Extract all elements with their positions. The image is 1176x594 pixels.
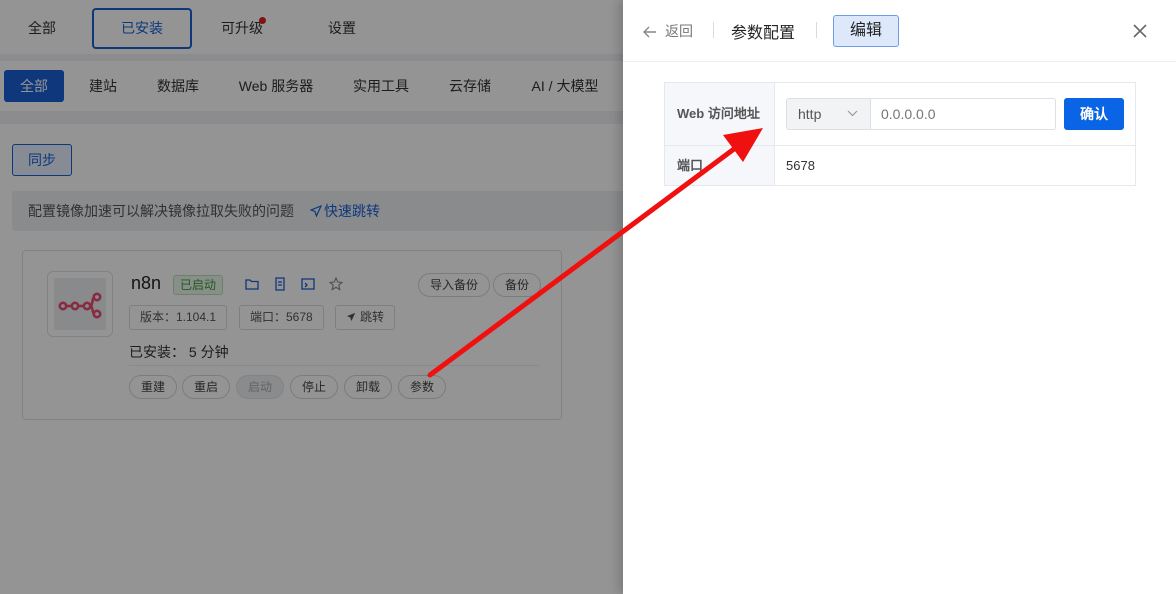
back-button[interactable]: 返回: [643, 20, 693, 42]
arrow-left-icon: [643, 26, 656, 38]
protocol-select[interactable]: http: [786, 98, 871, 130]
header-divider: [816, 22, 817, 38]
edit-button[interactable]: 编辑: [833, 15, 899, 47]
close-icon[interactable]: [1131, 22, 1149, 40]
modal-overlay[interactable]: [0, 0, 623, 594]
drawer-header: 返回 参数配置 编辑: [623, 0, 1176, 62]
port-label: 端口: [664, 145, 775, 186]
protocol-value: http: [798, 106, 822, 122]
params-drawer: 返回 参数配置 编辑 Web 访问地址 端口 5678 http 确认: [623, 0, 1176, 594]
confirm-button[interactable]: 确认: [1064, 98, 1124, 130]
back-label: 返回: [665, 23, 693, 39]
chevron-down-icon: [847, 110, 858, 117]
header-divider: [713, 22, 714, 38]
web-address-label: Web 访问地址: [664, 82, 775, 146]
drawer-title: 参数配置: [731, 25, 796, 42]
address-input[interactable]: [871, 98, 1056, 130]
port-value: 5678: [774, 145, 1136, 186]
table-row: 端口 5678: [664, 145, 1136, 186]
